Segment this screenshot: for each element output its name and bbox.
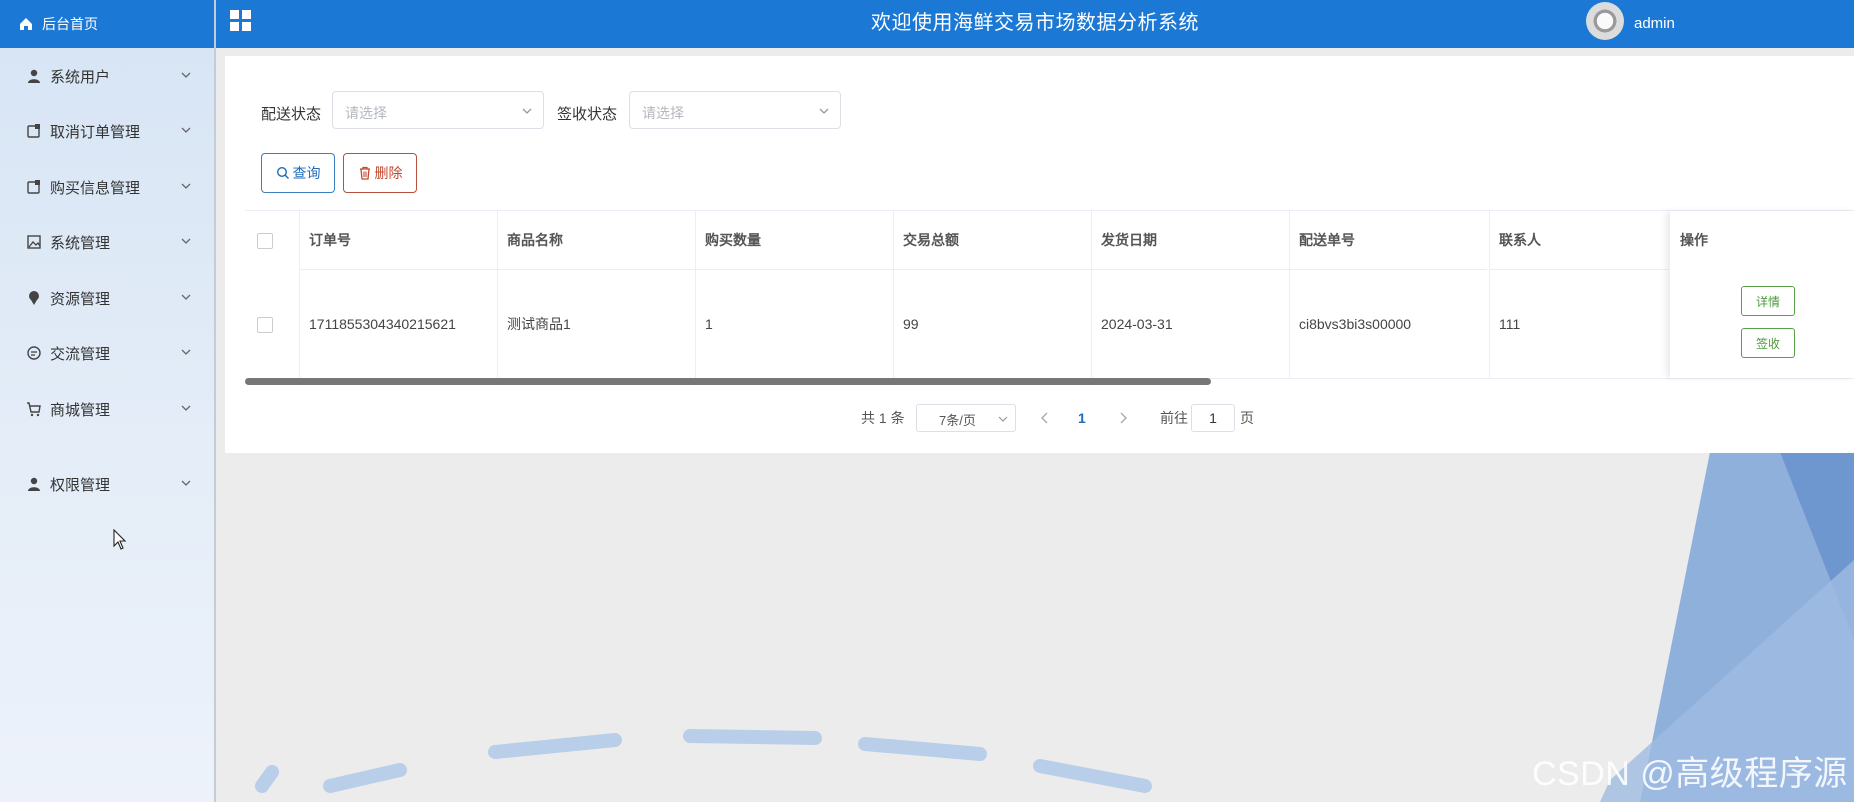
search-icon: [276, 166, 289, 179]
query-button-label: 查询: [292, 165, 321, 181]
chevron-left-icon[interactable]: [1038, 404, 1052, 432]
sidebar-item-label: 交流管理: [50, 345, 111, 363]
chevron-down-icon: [181, 183, 191, 189]
chevron-down-icon: [181, 480, 191, 486]
orders-table: 订单号 商品名称 购买数量 交易总额 发货日期 配送单号 联系人 1711855…: [245, 210, 1854, 379]
sidebar-item-cancel-orders[interactable]: 取消订单管理: [0, 111, 214, 151]
sidebar-item-system[interactable]: 系统管理: [0, 222, 214, 262]
chevron-down-icon: [181, 405, 191, 411]
goto-page-input[interactable]: 1: [1191, 404, 1235, 432]
column-header[interactable]: 订单号: [299, 211, 497, 269]
sidebar-item-resources[interactable]: 资源管理: [0, 278, 214, 318]
sidebar-item-label: 系统管理: [50, 234, 111, 252]
operations-column: 操作 详情 签收: [1670, 211, 1854, 378]
home-icon: [20, 18, 32, 30]
sidebar-item-users[interactable]: 系统用户: [0, 56, 214, 96]
page-size-select[interactable]: 7条/页: [916, 404, 1016, 432]
select-placeholder: 请选择: [642, 105, 684, 121]
pagination-total: 共 1 条: [861, 410, 905, 426]
sidebar-item-label: 取消订单管理: [50, 123, 141, 141]
chevron-down-icon: [522, 108, 532, 114]
chevron-down-icon: [181, 294, 191, 300]
pin-icon: [26, 290, 42, 306]
row-checkbox[interactable]: [257, 317, 273, 333]
sidebar-item-label: 商城管理: [50, 401, 111, 419]
sidebar: 后台首页 系统用户 取消订单管理 购买信息管理 系统管理 资源管理 交流管理 商…: [0, 0, 216, 802]
user-icon: [26, 68, 42, 84]
chat-icon: [26, 345, 42, 361]
sidebar-item-mall[interactable]: 商城管理: [0, 389, 214, 429]
table-cell-total: 99: [893, 269, 1091, 378]
username[interactable]: admin: [1634, 15, 1675, 32]
chevron-down-icon: [998, 416, 1008, 422]
chevron-right-icon[interactable]: [1116, 404, 1130, 432]
top-bar: 欢迎使用海鲜交易市场数据分析系统 admin: [216, 0, 1854, 48]
sidebar-item-label: 购买信息管理: [50, 179, 141, 197]
table-cell-product: 测试商品1: [497, 269, 695, 378]
column-header[interactable]: 联系人: [1489, 211, 1669, 269]
sign-status-select[interactable]: 请选择: [629, 91, 841, 129]
delivery-status-select[interactable]: 请选择: [332, 91, 544, 129]
sidebar-home[interactable]: 后台首页: [0, 0, 214, 48]
sidebar-item-purchase-info[interactable]: 购买信息管理: [0, 167, 214, 207]
sidebar-item-communication[interactable]: 交流管理: [0, 333, 214, 373]
chevron-down-icon: [181, 127, 191, 133]
sidebar-item-label: 系统用户: [50, 68, 111, 86]
page-unit-label: 页: [1240, 410, 1254, 426]
picture-icon: [26, 234, 42, 250]
trash-icon: [359, 166, 370, 180]
column-header[interactable]: 配送单号: [1289, 211, 1487, 269]
chevron-down-icon: [181, 349, 191, 355]
table-cell-quantity: 1: [695, 269, 893, 378]
delete-button-label: 删除: [374, 165, 403, 181]
doc-icon: [26, 179, 42, 195]
delete-button[interactable]: 删除: [343, 153, 417, 193]
column-header[interactable]: 操作: [1670, 211, 1854, 269]
doc-icon: [26, 123, 42, 139]
chevron-down-icon: [819, 108, 829, 114]
select-placeholder: 请选择: [345, 105, 387, 121]
column-header[interactable]: 商品名称: [497, 211, 695, 269]
sidebar-item-label: 资源管理: [50, 290, 111, 308]
column-header[interactable]: 发货日期: [1091, 211, 1289, 269]
user-icon: [26, 476, 42, 492]
table-cell-delivery-no: ci8bvs3bi3s00000: [1289, 269, 1487, 378]
sidebar-item-label: 权限管理: [50, 476, 111, 494]
table-cell-ship-date: 2024-03-31: [1091, 269, 1289, 378]
watermark: CSDN @高级程序源: [1532, 755, 1848, 793]
avatar[interactable]: [1586, 2, 1624, 40]
chevron-down-icon: [181, 72, 191, 78]
page-size-value: 7条/页: [939, 413, 976, 428]
page-number-current[interactable]: 1: [1078, 404, 1090, 432]
delivery-status-label: 配送状态: [261, 106, 322, 123]
column-header[interactable]: 购买数量: [695, 211, 893, 269]
horizontal-scrollbar[interactable]: [245, 378, 1854, 386]
detail-button[interactable]: 详情: [1741, 286, 1795, 316]
column-header[interactable]: 交易总额: [893, 211, 1091, 269]
table-cell-contact: 111: [1489, 269, 1669, 378]
mouse-cursor-icon: [113, 529, 127, 550]
table-cell-order-no: 1711855304340215621: [299, 269, 497, 378]
sign-status-label: 签收状态: [557, 106, 618, 123]
query-button[interactable]: 查询: [261, 153, 335, 193]
scrollbar-thumb[interactable]: [245, 378, 1211, 385]
sidebar-item-permissions[interactable]: 权限管理: [0, 464, 214, 504]
cart-icon: [26, 401, 42, 417]
chevron-down-icon: [181, 238, 191, 244]
select-all-checkbox[interactable]: [257, 233, 273, 249]
sign-button[interactable]: 签收: [1741, 328, 1795, 358]
sidebar-home-label: 后台首页: [42, 16, 98, 32]
goto-label: 前往: [1160, 410, 1188, 426]
